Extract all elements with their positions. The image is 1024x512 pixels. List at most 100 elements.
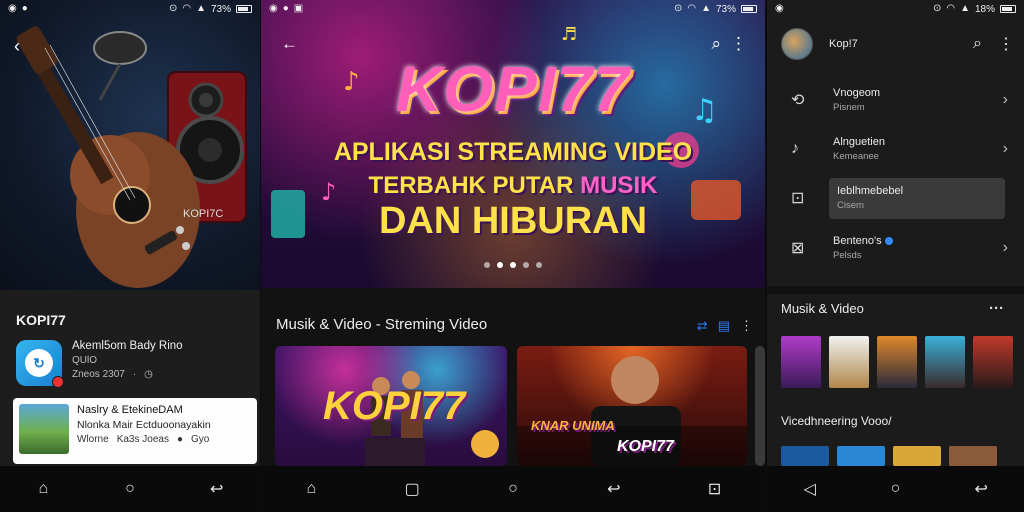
guitar-speaker-illustration xyxy=(16,26,247,288)
recents-icon[interactable]: ⊡ xyxy=(701,475,729,503)
item-meta: Ka3s Joeas xyxy=(116,434,169,445)
chevron-right-icon: › xyxy=(1002,140,1008,157)
status-bar: ◉ ● ▣ ⊙ ◠ ▲ 73% xyxy=(261,0,765,18)
video-thumbnail[interactable] xyxy=(837,446,885,466)
info-icon: ● xyxy=(176,434,183,445)
alarm-icon: ⊙ xyxy=(673,3,683,14)
carousel-dots[interactable] xyxy=(261,262,765,268)
video-thumbnail[interactable] xyxy=(829,336,869,388)
video-thumbnail[interactable] xyxy=(973,336,1013,388)
search-icon[interactable]: ⌕ xyxy=(711,34,721,54)
hero-word: MUSIK xyxy=(580,172,658,199)
nav-bar: ⌂ ○ ↩ xyxy=(0,466,260,512)
hero-title: KOPI77 xyxy=(396,53,630,125)
verified-icon xyxy=(884,237,893,246)
circle-home-icon[interactable]: ○ xyxy=(881,475,909,503)
playlist-icon[interactable]: ▤ xyxy=(718,318,730,334)
carousel-dot[interactable] xyxy=(484,262,490,268)
signal-icon: ▲ xyxy=(196,3,206,14)
refresh-icon: ↻ xyxy=(25,349,53,377)
back-icon[interactable]: ↩ xyxy=(600,475,628,503)
carousel-dot[interactable] xyxy=(497,262,503,268)
menu-item[interactable]: ♪ Alnguetien Kemeanee › xyxy=(767,127,1024,171)
hero-banner[interactable]: ♪ ♫ ♪ ♬ KOPI77 APLIKASI STREAMING VIDEO … xyxy=(261,0,765,288)
video-thumbnail[interactable] xyxy=(877,336,917,388)
menu-title: Benteno's xyxy=(833,235,882,247)
hero-word: TERBAHK xyxy=(368,172,486,199)
carousel-dot[interactable] xyxy=(510,262,516,268)
alarm-icon: ⊙ xyxy=(932,3,942,14)
hero-subtitle-line1: APLIKASI STREAMING VIDEO xyxy=(333,138,693,166)
battery-percent: 73% xyxy=(210,3,231,15)
video-card-partial[interactable] xyxy=(755,346,765,466)
hero-subtitle-line3: DAN HIBURAN xyxy=(378,200,648,242)
video-thumbnail[interactable] xyxy=(781,336,821,388)
more-horiz-icon[interactable]: ··· xyxy=(989,300,1004,317)
carousel-dot[interactable] xyxy=(523,262,529,268)
video-thumbnail[interactable] xyxy=(949,446,997,466)
back-arrow-icon[interactable]: ← xyxy=(281,34,298,54)
menu-subtitle: Pelsds xyxy=(833,250,862,261)
hero-subtitle-line2: TERBAHK PUTAR MUSIK xyxy=(261,172,765,200)
more-vert-icon[interactable]: ⋮ xyxy=(998,34,1014,54)
video-thumbnail[interactable] xyxy=(925,336,965,388)
notification-icon: ◉ xyxy=(775,3,784,14)
list-item[interactable]: ↻ Akeml5om Bady Rino QUlO Zneos 2307 · ◷ xyxy=(16,340,260,388)
menu-item[interactable]: ⊠ Benteno's Pelsds › xyxy=(767,226,1024,270)
meta-separator: · xyxy=(132,369,137,380)
wifi-icon: ◠ xyxy=(687,3,697,14)
alarm-icon: ⊙ xyxy=(168,3,178,14)
panel-home: ♪ ♫ ♪ ♬ KOPI77 APLIKASI STREAMING VIDEO … xyxy=(261,0,765,512)
battery-percent: 18% xyxy=(974,3,995,15)
section-divider xyxy=(767,286,1024,294)
item-date: Zneos 2307 xyxy=(72,369,125,380)
circle-home-icon[interactable]: ○ xyxy=(499,475,527,503)
video-thumbnail[interactable] xyxy=(781,446,829,466)
video-card[interactable]: KOPI77 xyxy=(275,346,507,466)
list-item-highlighted[interactable]: Naslry & EtekineDAM Nlonka Mair Ectduoon… xyxy=(13,398,257,464)
video-thumbnail xyxy=(19,404,69,454)
video-thumbnail[interactable] xyxy=(893,446,941,466)
section-title: Musik & Video - Streming Video xyxy=(276,316,488,333)
back-icon[interactable]: ↩ xyxy=(203,475,231,503)
shuffle-icon[interactable]: ⇄ xyxy=(697,318,708,334)
profile-header: Kop!7 ⌕ ⋮ xyxy=(781,28,1014,60)
battery-icon xyxy=(236,5,252,13)
back-triangle-icon[interactable]: ◁ xyxy=(796,475,824,503)
carousel-dot[interactable] xyxy=(536,262,542,268)
library-icon[interactable]: ▢ xyxy=(398,475,426,503)
more-vert-icon[interactable]: ⋮ xyxy=(730,34,747,54)
menu-item-selected[interactable]: ⊡ Ieblhmebebel Cisem xyxy=(767,176,1024,220)
svg-text:♬: ♬ xyxy=(561,24,577,45)
app-icon: ↻ xyxy=(16,340,64,388)
signal-icon: ▲ xyxy=(960,3,970,14)
signal-icon: ▲ xyxy=(701,3,711,14)
card-logo: KOPI77 xyxy=(323,384,466,428)
avatar[interactable] xyxy=(781,28,813,60)
item-meta: Wlorne xyxy=(77,434,109,445)
chevron-right-icon: › xyxy=(1002,91,1008,108)
video-card[interactable]: KNAR UNIMA KOPI77 xyxy=(517,346,747,466)
menu-title: Ieblhmebebel xyxy=(837,185,904,197)
nav-bar: ◁ ○ ↩ xyxy=(767,466,1024,512)
menu-subtitle: Kemeanee xyxy=(833,151,879,162)
thumbnail-row xyxy=(781,336,1013,388)
home-icon[interactable]: ⌂ xyxy=(29,475,57,503)
bell-icon: ♪ xyxy=(791,140,799,157)
circle-home-icon[interactable]: ○ xyxy=(116,475,144,503)
wifi-icon: ◠ xyxy=(946,3,956,14)
back-icon[interactable]: ↩ xyxy=(967,475,995,503)
menu-item[interactable]: ⟲ Vnogeom Pisnem › xyxy=(767,78,1024,122)
section-title: Vicedhneering Vooo/ xyxy=(781,414,892,428)
menu-subtitle: Pisnem xyxy=(833,102,865,113)
badge-icon xyxy=(52,376,64,388)
search-icon[interactable]: ⌕ xyxy=(973,35,982,53)
more-vert-icon[interactable]: ⋮ xyxy=(740,318,753,334)
battery-percent: 73% xyxy=(715,3,736,15)
loop-icon: ⟲ xyxy=(791,92,805,109)
home-icon[interactable]: ⌂ xyxy=(297,475,325,503)
item-meta: Gyo xyxy=(191,434,210,445)
clock-icon: ◷ xyxy=(144,369,153,380)
back-arrow-icon[interactable]: ‹ xyxy=(14,36,20,57)
notification-icon: ▣ xyxy=(293,3,304,14)
